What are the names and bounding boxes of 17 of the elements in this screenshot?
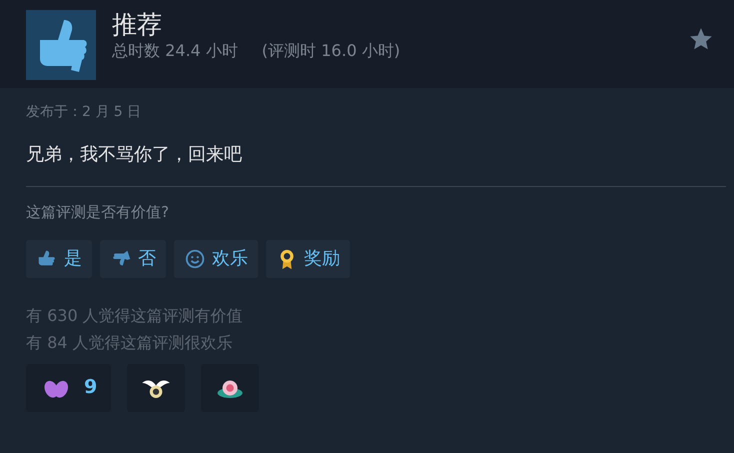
review-playtime-text: (评测时 16.0 小时) <box>262 40 400 62</box>
star-icon[interactable] <box>688 26 714 52</box>
award-chip[interactable] <box>201 364 260 412</box>
vote-button[interactable]: 否 <box>100 240 166 278</box>
posted-date: 发布于：2 月 5 日 <box>26 103 142 122</box>
vote-count-text: 有 630 人觉得这篇评测有价值 <box>26 304 244 326</box>
vote-button[interactable]: 奖励 <box>266 240 350 278</box>
review-verdict: 推荐 <box>112 10 163 40</box>
award-chip[interactable] <box>127 364 186 412</box>
smiley-icon <box>184 248 206 270</box>
helpful-question: 这篇评测是否有价值? <box>26 202 170 223</box>
playtime-text: 总时数 24.4 小时 <box>112 40 238 62</box>
vote-button[interactable]: 欢乐 <box>174 240 258 278</box>
vote-button[interactable]: 是 <box>26 240 92 278</box>
vote-count-text: 有 84 人觉得这篇评测很欢乐 <box>26 332 234 354</box>
review-text: 兄弟，我不骂你了，回来吧 <box>26 143 243 167</box>
award-chip[interactable]: 9 <box>26 364 112 412</box>
